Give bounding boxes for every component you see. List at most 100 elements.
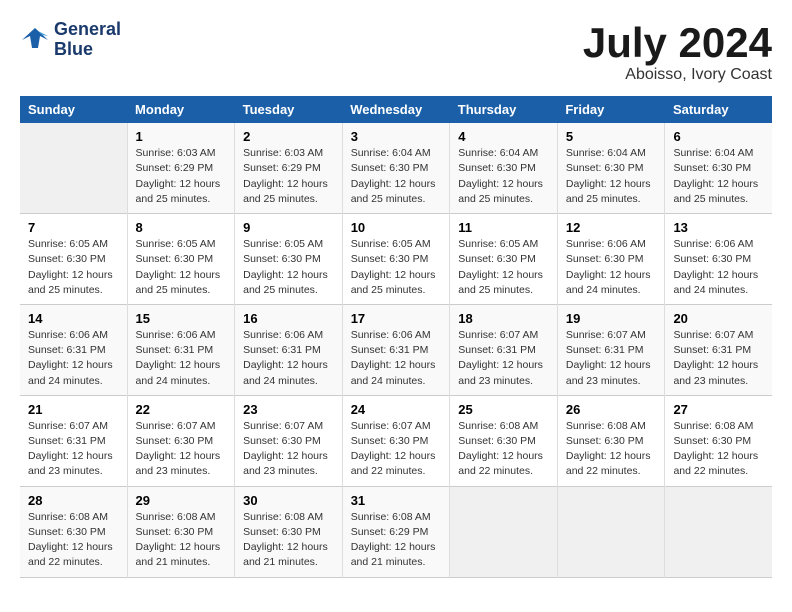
day-info: Sunrise: 6:06 AMSunset: 6:30 PMDaylight:… (673, 237, 764, 298)
day-info: Sunrise: 6:05 AMSunset: 6:30 PMDaylight:… (28, 237, 119, 298)
col-header-tuesday: Tuesday (235, 96, 343, 123)
day-info: Sunrise: 6:07 AMSunset: 6:30 PMDaylight:… (136, 419, 227, 480)
day-number: 6 (673, 129, 764, 144)
calendar-cell (450, 486, 558, 577)
day-info: Sunrise: 6:07 AMSunset: 6:31 PMDaylight:… (28, 419, 119, 480)
calendar-cell: 4 Sunrise: 6:04 AMSunset: 6:30 PMDaylight… (450, 123, 558, 213)
calendar-cell: 12Sunrise: 6:06 AMSunset: 6:30 PMDayligh… (557, 214, 665, 305)
day-info: Sunrise: 6:07 AMSunset: 6:30 PMDaylight:… (243, 419, 334, 480)
day-number: 13 (673, 220, 764, 235)
calendar-cell: 31 Sunrise: 6:08 AMSunset: 6:29 PMDayligh… (342, 486, 450, 577)
calendar-cell: 28 Sunrise: 6:08 AMSunset: 6:30 PMDayligh… (20, 486, 127, 577)
day-info: Sunrise: 6:06 AMSunset: 6:31 PMDaylight:… (136, 328, 227, 389)
calendar-cell: 2 Sunrise: 6:03 AMSunset: 6:29 PMDaylight… (235, 123, 343, 213)
day-info: Sunrise: 6:04 AMSunset: 6:30 PMDaylight:… (566, 146, 657, 207)
day-info: Sunrise: 6:04 AMSunset: 6:30 PMDaylight:… (351, 146, 442, 207)
day-number: 10 (351, 220, 442, 235)
calendar-cell: 14 Sunrise: 6:06 AMSunset: 6:31 PMDayligh… (20, 304, 127, 395)
calendar-cell: 7Sunrise: 6:05 AMSunset: 6:30 PMDaylight… (20, 214, 127, 305)
calendar-cell: 27 Sunrise: 6:08 AMSunset: 6:30 PMDayligh… (665, 395, 772, 486)
day-number: 14 (28, 311, 119, 326)
calendar-cell: 15 Sunrise: 6:06 AMSunset: 6:31 PMDayligh… (127, 304, 235, 395)
day-info: Sunrise: 6:07 AMSunset: 6:31 PMDaylight:… (458, 328, 549, 389)
day-info: Sunrise: 6:07 AMSunset: 6:31 PMDaylight:… (566, 328, 657, 389)
day-number: 20 (673, 311, 764, 326)
day-info: Sunrise: 6:03 AMSunset: 6:29 PMDaylight:… (243, 146, 334, 207)
calendar-cell: 20 Sunrise: 6:07 AMSunset: 6:31 PMDayligh… (665, 304, 772, 395)
day-info: Sunrise: 6:06 AMSunset: 6:31 PMDaylight:… (351, 328, 442, 389)
day-info: Sunrise: 6:07 AMSunset: 6:31 PMDaylight:… (673, 328, 764, 389)
col-header-friday: Friday (557, 96, 665, 123)
calendar-cell: 24Sunrise: 6:07 AMSunset: 6:30 PMDayligh… (342, 395, 450, 486)
calendar-cell: 8 Sunrise: 6:05 AMSunset: 6:30 PMDaylight… (127, 214, 235, 305)
day-number: 9 (243, 220, 334, 235)
day-info: Sunrise: 6:05 AMSunset: 6:30 PMDaylight:… (136, 237, 227, 298)
day-number: 22 (136, 402, 227, 417)
day-number: 5 (566, 129, 657, 144)
week-row-4: 21 Sunrise: 6:07 AMSunset: 6:31 PMDayligh… (20, 395, 772, 486)
day-info: Sunrise: 6:04 AMSunset: 6:30 PMDaylight:… (673, 146, 764, 207)
day-info: Sunrise: 6:08 AMSunset: 6:30 PMDaylight:… (673, 419, 764, 480)
calendar-header-row: SundayMondayTuesdayWednesdayThursdayFrid… (20, 96, 772, 123)
calendar-cell: 25 Sunrise: 6:08 AMSunset: 6:30 PMDayligh… (450, 395, 558, 486)
col-header-wednesday: Wednesday (342, 96, 450, 123)
day-info: Sunrise: 6:05 AMSunset: 6:30 PMDaylight:… (351, 237, 442, 298)
day-number: 19 (566, 311, 657, 326)
day-number: 25 (458, 402, 549, 417)
day-number: 3 (351, 129, 442, 144)
day-number: 29 (136, 493, 227, 508)
day-info: Sunrise: 6:08 AMSunset: 6:29 PMDaylight:… (351, 510, 442, 571)
calendar-cell: 10 Sunrise: 6:05 AMSunset: 6:30 PMDayligh… (342, 214, 450, 305)
day-info: Sunrise: 6:07 AMSunset: 6:30 PMDaylight:… (351, 419, 442, 480)
calendar-cell: 29 Sunrise: 6:08 AMSunset: 6:30 PMDayligh… (127, 486, 235, 577)
calendar-cell: 13 Sunrise: 6:06 AMSunset: 6:30 PMDayligh… (665, 214, 772, 305)
calendar-cell: 18Sunrise: 6:07 AMSunset: 6:31 PMDayligh… (450, 304, 558, 395)
day-number: 21 (28, 402, 119, 417)
calendar-cell: 16 Sunrise: 6:06 AMSunset: 6:31 PMDayligh… (235, 304, 343, 395)
calendar-title: July 2024 (583, 20, 772, 66)
day-info: Sunrise: 6:04 AMSunset: 6:30 PMDaylight:… (458, 146, 549, 207)
calendar-cell: 19 Sunrise: 6:07 AMSunset: 6:31 PMDayligh… (557, 304, 665, 395)
day-info: Sunrise: 6:05 AMSunset: 6:30 PMDaylight:… (243, 237, 334, 298)
day-number: 30 (243, 493, 334, 508)
calendar-cell: 9 Sunrise: 6:05 AMSunset: 6:30 PMDaylight… (235, 214, 343, 305)
col-header-monday: Monday (127, 96, 235, 123)
week-row-1: 1Sunrise: 6:03 AMSunset: 6:29 PMDaylight… (20, 123, 772, 213)
day-number: 16 (243, 311, 334, 326)
logo: General Blue (20, 20, 121, 60)
week-row-3: 14 Sunrise: 6:06 AMSunset: 6:31 PMDayligh… (20, 304, 772, 395)
day-info: Sunrise: 6:08 AMSunset: 6:30 PMDaylight:… (136, 510, 227, 571)
day-number: 23 (243, 402, 334, 417)
day-info: Sunrise: 6:06 AMSunset: 6:31 PMDaylight:… (28, 328, 119, 389)
week-row-2: 7Sunrise: 6:05 AMSunset: 6:30 PMDaylight… (20, 214, 772, 305)
calendar-cell (557, 486, 665, 577)
day-number: 28 (28, 493, 119, 508)
calendar-cell: 3 Sunrise: 6:04 AMSunset: 6:30 PMDaylight… (342, 123, 450, 213)
day-info: Sunrise: 6:08 AMSunset: 6:30 PMDaylight:… (28, 510, 119, 571)
calendar-cell: 21 Sunrise: 6:07 AMSunset: 6:31 PMDayligh… (20, 395, 127, 486)
day-number: 26 (566, 402, 657, 417)
day-info: Sunrise: 6:08 AMSunset: 6:30 PMDaylight:… (458, 419, 549, 480)
day-number: 4 (458, 129, 549, 144)
day-number: 15 (136, 311, 227, 326)
day-info: Sunrise: 6:06 AMSunset: 6:31 PMDaylight:… (243, 328, 334, 389)
calendar-cell: 22 Sunrise: 6:07 AMSunset: 6:30 PMDayligh… (127, 395, 235, 486)
calendar-cell (665, 486, 772, 577)
day-info: Sunrise: 6:05 AMSunset: 6:30 PMDaylight:… (458, 237, 549, 298)
page-header: General Blue July 2024 Aboisso, Ivory Co… (20, 20, 772, 84)
day-number: 31 (351, 493, 442, 508)
calendar-cell: 1Sunrise: 6:03 AMSunset: 6:29 PMDaylight… (127, 123, 235, 213)
calendar-title-block: July 2024 Aboisso, Ivory Coast (583, 20, 772, 84)
logo-text-line1: General (54, 20, 121, 40)
logo-icon (20, 26, 50, 54)
calendar-cell: 26 Sunrise: 6:08 AMSunset: 6:30 PMDayligh… (557, 395, 665, 486)
day-number: 27 (673, 402, 764, 417)
day-info: Sunrise: 6:08 AMSunset: 6:30 PMDaylight:… (566, 419, 657, 480)
calendar-cell: 6 Sunrise: 6:04 AMSunset: 6:30 PMDaylight… (665, 123, 772, 213)
week-row-5: 28 Sunrise: 6:08 AMSunset: 6:30 PMDayligh… (20, 486, 772, 577)
day-number: 11 (458, 220, 549, 235)
day-info: Sunrise: 6:03 AMSunset: 6:29 PMDaylight:… (136, 146, 227, 207)
day-number: 2 (243, 129, 334, 144)
day-number: 8 (136, 220, 227, 235)
calendar-cell: 30Sunrise: 6:08 AMSunset: 6:30 PMDayligh… (235, 486, 343, 577)
